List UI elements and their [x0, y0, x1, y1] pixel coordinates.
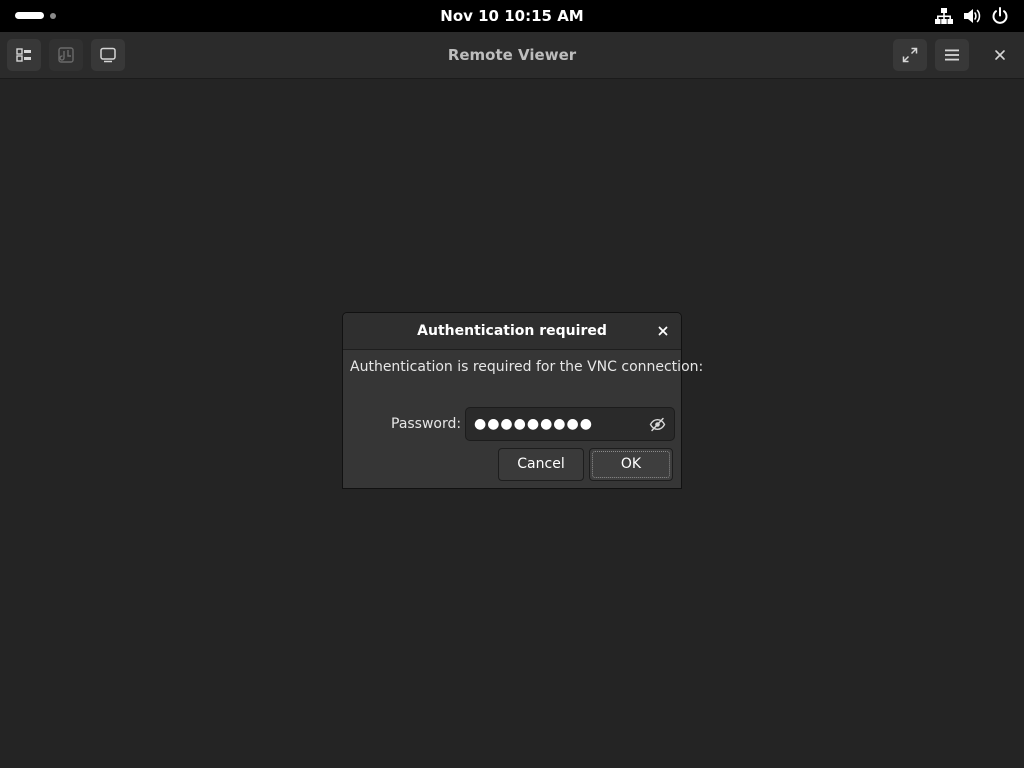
power-icon[interactable]	[990, 6, 1010, 26]
top-bar: Nov 10 10:15 AM	[0, 0, 1024, 32]
eye-hidden-icon	[649, 417, 666, 432]
send-keys-icon	[58, 47, 74, 63]
active-workspace-indicator[interactable]	[15, 12, 44, 19]
hamburger-menu-icon	[945, 49, 959, 61]
ok-button[interactable]: OK	[589, 448, 673, 481]
ok-button-label: OK	[620, 456, 642, 472]
grid-view-icon	[16, 48, 31, 62]
workspace-indicator[interactable]	[50, 13, 56, 19]
close-icon	[658, 326, 668, 336]
fullscreen-icon	[902, 47, 918, 63]
window-title: Remote Viewer	[447, 46, 577, 64]
system-tray[interactable]	[934, 6, 1010, 26]
cancel-button[interactable]: Cancel	[498, 448, 584, 481]
authentication-dialog: Authentication required Authentication i…	[342, 312, 704, 489]
password-reveal-toggle[interactable]	[649, 416, 666, 433]
headerbar: Remote Viewer	[0, 32, 1024, 79]
main-menu-button[interactable]	[935, 39, 969, 71]
display-button[interactable]	[91, 39, 125, 71]
close-icon	[995, 50, 1005, 60]
fullscreen-button[interactable]	[893, 39, 927, 71]
dialog-message: Authentication is required for the VNC c…	[350, 359, 704, 375]
dialog-header: Authentication required	[343, 313, 681, 350]
password-field[interactable]: ●●●●●●●●●	[465, 407, 675, 441]
window-close-button[interactable]	[984, 39, 1016, 71]
network-wired-icon[interactable]	[934, 6, 954, 26]
password-value: ●●●●●●●●●	[474, 416, 593, 432]
dialog-title: Authentication required	[417, 323, 607, 339]
send-keys-button[interactable]	[49, 39, 83, 71]
clock[interactable]: Nov 10 10:15 AM	[440, 7, 583, 25]
dialog-close-button[interactable]	[655, 323, 671, 339]
grid-view-button[interactable]	[7, 39, 41, 71]
display-icon	[100, 47, 116, 63]
password-label: Password:	[391, 416, 462, 432]
volume-icon[interactable]	[962, 6, 982, 26]
